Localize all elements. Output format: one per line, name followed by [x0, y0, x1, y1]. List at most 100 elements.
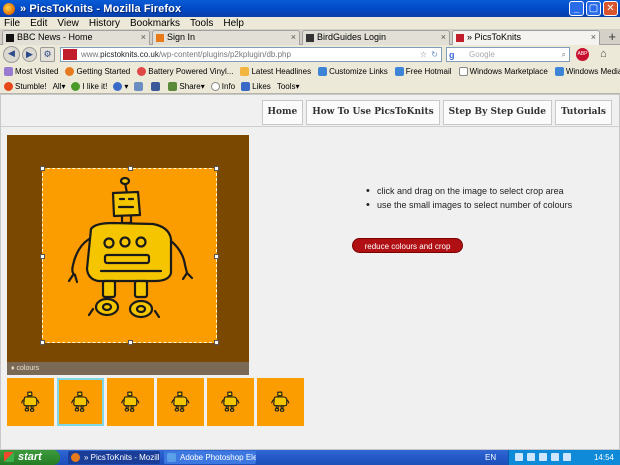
firefox-icon [65, 67, 75, 76]
tab-sign-in[interactable]: Sign In × [152, 30, 300, 45]
menu-bookmarks[interactable]: Bookmarks [130, 18, 180, 29]
tag-button[interactable] [134, 81, 145, 91]
share-button[interactable]: Share ▾ [168, 81, 205, 91]
start-button[interactable]: start [0, 450, 60, 465]
google-icon[interactable]: g [449, 49, 455, 62]
site-nav: Home How To Use PicsToKnits Step By Step… [259, 100, 612, 125]
windows-icon [554, 67, 564, 76]
likes-icon [241, 81, 251, 91]
site-icon [137, 67, 147, 76]
menu-help[interactable]: Help [223, 18, 244, 29]
reduce-colours-crop-button[interactable]: reduce colours and crop [352, 238, 463, 253]
menu-bar: File Edit View History Bookmarks Tools H… [0, 17, 620, 29]
bookmark-getting-started[interactable]: Getting Started [65, 67, 130, 76]
menu-view[interactable]: View [57, 18, 79, 29]
crop-handle-bottom-right[interactable] [214, 340, 219, 345]
search-bar[interactable]: g Google ⌕ [446, 47, 570, 62]
thumbnail-2[interactable] [57, 378, 104, 426]
tab-birdguides[interactable]: BirdGuides Login × [302, 30, 450, 45]
nav-step-by-step[interactable]: Step By Step Guide [442, 100, 552, 125]
network-icon[interactable] [515, 453, 523, 461]
home-icon[interactable]: ⌂ [600, 48, 607, 60]
bookmark-windows-media[interactable]: Windows Media [554, 67, 620, 76]
stumble-button[interactable]: Stumble! [4, 81, 47, 91]
back-icon[interactable]: ◀ [3, 46, 20, 63]
update-icon[interactable] [551, 453, 559, 461]
colour-thumbnails [7, 378, 304, 426]
security-icon[interactable] [539, 453, 547, 461]
tab-label: BirdGuides Login [317, 32, 387, 42]
firefox-icon [71, 453, 80, 462]
tools-dropdown[interactable]: Tools ▾ [277, 82, 300, 91]
stumbleupon-icon [4, 81, 13, 91]
menu-file[interactable]: File [4, 18, 20, 29]
window-title: » PicsToKnits - Mozilla Firefox [20, 2, 182, 15]
menu-edit[interactable]: Edit [30, 18, 47, 29]
crop-handle-top-left[interactable] [40, 166, 45, 171]
new-tab-icon[interactable]: + [608, 29, 616, 44]
thumbnail-5[interactable] [207, 378, 254, 426]
tab-bbc-news[interactable]: BBC News - Home × [2, 30, 150, 45]
dislike-button[interactable]: ▾ [113, 81, 128, 91]
crop-handle-right[interactable] [214, 254, 219, 259]
crop-handle-bottom[interactable] [128, 340, 133, 345]
tab-close-icon[interactable]: × [141, 31, 146, 44]
info-button[interactable]: Info [210, 81, 235, 91]
thumbnail-1[interactable] [7, 378, 54, 426]
reload-icon[interactable]: ↻ [431, 48, 438, 61]
volume-icon[interactable] [527, 453, 535, 461]
thumbnail-4[interactable] [157, 378, 204, 426]
robot-drawing [67, 176, 194, 319]
crop-handle-top-right[interactable] [214, 166, 219, 171]
tab-picstoknits[interactable]: » PicsToKnits × [452, 30, 600, 45]
likes-button[interactable]: Likes [241, 81, 271, 91]
maximize-button[interactable]: ▢ [586, 1, 601, 16]
menu-tools[interactable]: Tools [190, 18, 213, 29]
page-info-icon[interactable]: ⚙ [40, 47, 55, 62]
minimize-button[interactable]: _ [569, 1, 584, 16]
crop-handle-left[interactable] [40, 254, 45, 259]
photoshop-icon [167, 453, 176, 462]
taskbar-firefox[interactable]: » PicsToKnits - Mozilla ... [68, 451, 160, 464]
bookmark-customize-links[interactable]: Customize Links [318, 67, 388, 76]
nav-how-to-use[interactable]: How To Use PicsToKnits [306, 100, 440, 125]
taskbar-photoshop[interactable]: Adobe Photoshop Ele... [164, 451, 256, 464]
site-icon [456, 34, 464, 42]
like-button[interactable]: I like it! [71, 81, 107, 91]
crop-canvas[interactable] [7, 135, 249, 375]
crop-handle-top[interactable] [128, 166, 133, 171]
thumbnail-6[interactable] [257, 378, 304, 426]
tab-close-icon[interactable]: × [591, 31, 596, 44]
colours-label: colours [16, 365, 40, 372]
colours-bar: ♦ colours [7, 362, 249, 375]
bookmark-battery-vinyl[interactable]: Battery Powered Vinyl... [137, 67, 233, 76]
tab-label: BBC News - Home [17, 32, 93, 42]
site-identity-icon[interactable] [63, 49, 77, 60]
search-icon[interactable]: ⌕ [562, 48, 566, 61]
thumbnail-3[interactable] [107, 378, 154, 426]
close-button[interactable]: ✕ [603, 1, 618, 16]
tab-close-icon[interactable]: × [291, 31, 296, 44]
bookmark-star-icon[interactable]: ☆ [420, 48, 427, 61]
folder-icon [4, 67, 13, 76]
robot-thumbnail-image [221, 391, 240, 412]
tab-close-icon[interactable]: × [441, 31, 446, 44]
bookmark-windows-marketplace[interactable]: Windows Marketplace [458, 67, 548, 76]
bookmark-latest-headlines[interactable]: Latest Headlines [240, 67, 311, 76]
crop-selection[interactable] [40, 166, 219, 345]
bookmark-free-hotmail[interactable]: Free Hotmail [394, 67, 452, 76]
nav-home[interactable]: Home [261, 100, 304, 125]
url-bar[interactable]: www.picstoknits.co.uk/wp-content/plugins… [60, 47, 442, 62]
facebook-button[interactable] [151, 81, 162, 91]
facebook-icon [151, 81, 161, 91]
crop-handle-bottom-left[interactable] [40, 340, 45, 345]
tray-app-icon[interactable] [563, 453, 571, 461]
forward-icon[interactable]: ▶ [22, 47, 37, 62]
robot-thumbnail-image [171, 391, 190, 412]
adblock-icon[interactable]: ABP [576, 48, 589, 61]
language-indicator[interactable]: EN [485, 450, 496, 465]
menu-history[interactable]: History [89, 18, 120, 29]
bookmark-most-visited[interactable]: Most Visited [4, 67, 58, 76]
nav-tutorials[interactable]: Tutorials [554, 100, 612, 125]
stumble-all-dropdown[interactable]: All ▾ [53, 82, 66, 91]
